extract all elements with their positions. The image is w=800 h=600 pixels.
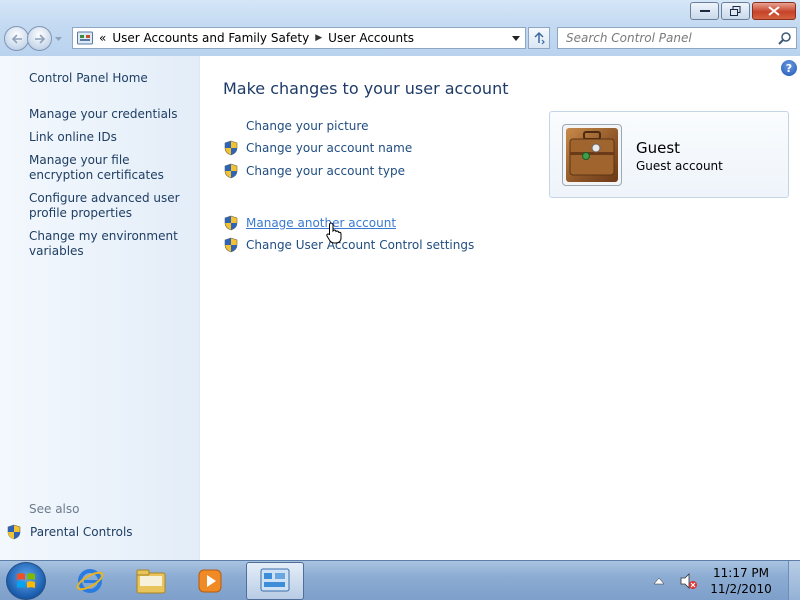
back-arrow-icon	[11, 33, 22, 44]
media-player-icon	[198, 569, 222, 593]
minimize-icon	[699, 10, 710, 12]
link-online-ids-link[interactable]: Link online IDs	[29, 130, 194, 145]
control-panel-home-link[interactable]: Control Panel Home	[29, 71, 194, 86]
change-account-name-label[interactable]: Change your account name	[246, 141, 412, 155]
uac-shield-icon	[224, 163, 238, 179]
clock-time: 11:17 PM	[713, 566, 769, 580]
account-type: Guest account	[636, 159, 723, 173]
advanced-profile-properties-link[interactable]: Configure advanced user profile properti…	[29, 191, 194, 221]
breadcrumb-user-accounts-family-safety[interactable]: User Accounts and Family Safety	[112, 31, 309, 45]
refresh-button[interactable]	[528, 27, 550, 49]
uac-shield-icon	[224, 215, 238, 231]
environment-variables-link[interactable]: Change my environment variables	[29, 229, 194, 259]
search-input[interactable]	[566, 31, 766, 45]
minimize-button[interactable]	[690, 2, 719, 20]
address-bar[interactable]: « User Accounts and Family Safety ▶ User…	[72, 27, 526, 49]
manage-credentials-link[interactable]: Manage your credentials	[29, 107, 194, 122]
account-name: Guest	[636, 139, 681, 157]
notification-area: 11:17 PM 11/2/2010	[652, 561, 800, 600]
uac-shield-icon	[7, 524, 21, 540]
navigation-buttons	[4, 26, 63, 51]
parental-controls-label[interactable]: Parental Controls	[30, 525, 133, 539]
start-button[interactable]	[6, 562, 46, 600]
breadcrumb-user-accounts[interactable]: User Accounts	[328, 31, 414, 45]
search-box[interactable]	[557, 27, 797, 49]
parental-controls-link[interactable]: Parental Controls	[6, 524, 133, 540]
window-chrome: « User Accounts and Family Safety ▶ User…	[0, 0, 800, 56]
file-encryption-certificates-link[interactable]: Manage your file encryption certificates	[29, 153, 194, 183]
see-also-label: See also	[29, 502, 80, 516]
media-player-button[interactable]	[192, 564, 228, 598]
forward-button[interactable]	[27, 26, 52, 51]
restore-icon	[730, 6, 741, 16]
change-picture-link[interactable]: Change your picture	[223, 119, 368, 133]
help-icon[interactable]: ?	[781, 60, 797, 76]
internet-explorer-icon	[76, 569, 104, 593]
clock-date: 11/2/2010	[710, 582, 772, 596]
control-panel-icon	[77, 31, 93, 45]
recent-pages-button[interactable]	[53, 26, 63, 51]
uac-shield-icon	[224, 140, 238, 156]
address-dropdown-icon[interactable]	[511, 31, 521, 45]
clock[interactable]: 11:17 PM 11/2/2010	[706, 565, 776, 597]
account-card: Guest Guest account	[549, 111, 789, 198]
main-content: ? Make changes to your user account Chan…	[201, 56, 800, 560]
close-button[interactable]	[752, 2, 796, 20]
show-desktop-button[interactable]	[788, 561, 800, 600]
breadcrumb: « User Accounts and Family Safety ▶ User…	[77, 31, 414, 45]
briefcase-icon	[566, 128, 618, 182]
avatar[interactable]	[562, 124, 622, 186]
control-panel-icon	[260, 568, 290, 592]
change-account-type-label[interactable]: Change your account type	[246, 164, 405, 178]
refresh-icon	[534, 31, 545, 45]
breadcrumb-overflow[interactable]: «	[99, 31, 106, 45]
change-account-type-link[interactable]: Change your account type	[223, 163, 405, 179]
hand-cursor-icon	[326, 222, 342, 244]
close-icon	[768, 6, 780, 16]
restore-button[interactable]	[721, 2, 750, 20]
taskbar: 11:17 PM 11/2/2010	[0, 560, 800, 600]
show-hidden-icons-icon[interactable]	[652, 575, 666, 587]
windows-explorer-button[interactable]	[133, 564, 169, 598]
search-icon[interactable]	[778, 31, 792, 45]
volume-muted-icon[interactable]	[678, 571, 698, 591]
breadcrumb-separator-icon[interactable]: ▶	[315, 33, 322, 43]
manage-another-account-link[interactable]: Manage another account	[223, 215, 396, 231]
forward-arrow-icon	[34, 33, 45, 44]
control-panel-taskbar-button[interactable]	[246, 562, 304, 600]
back-button[interactable]	[4, 26, 29, 51]
window-controls	[690, 2, 796, 20]
manage-another-account-label[interactable]: Manage another account	[246, 216, 396, 230]
uac-settings-link[interactable]: Change User Account Control settings	[223, 237, 474, 253]
page-title: Make changes to your user account	[223, 79, 509, 98]
change-account-name-link[interactable]: Change your account name	[223, 140, 412, 156]
change-picture-label[interactable]: Change your picture	[246, 119, 368, 133]
folder-icon	[136, 569, 166, 594]
windows-logo-icon	[17, 573, 35, 588]
uac-settings-label[interactable]: Change User Account Control settings	[246, 238, 474, 252]
internet-explorer-button[interactable]	[72, 564, 108, 598]
chevron-down-icon	[54, 36, 62, 41]
left-task-pane: Control Panel Home Manage your credentia…	[0, 56, 200, 560]
uac-shield-icon	[224, 237, 238, 253]
